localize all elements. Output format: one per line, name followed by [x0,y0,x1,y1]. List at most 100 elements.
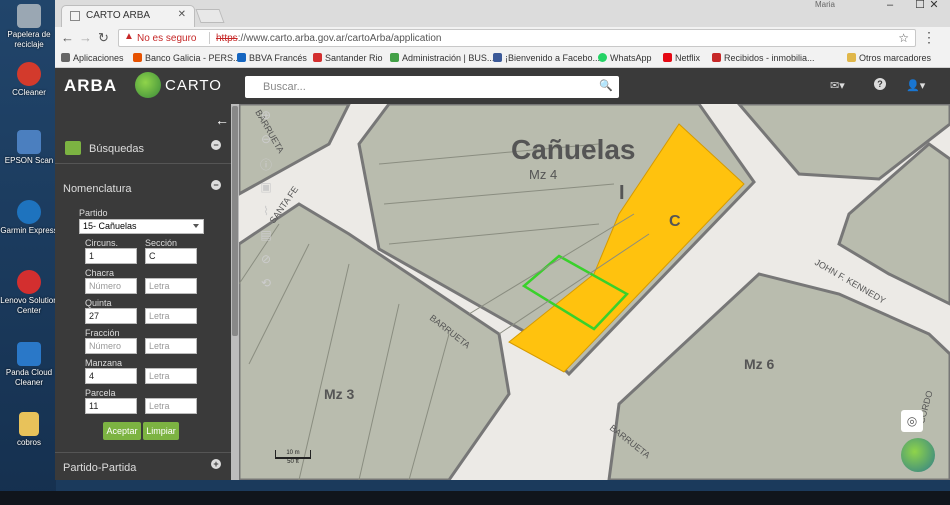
section-label: Búsquedas [89,143,145,155]
minimize-icon[interactable]: – [875,0,905,14]
parcela-label: Parcela [85,388,116,398]
arba-logo[interactable]: ARBA [64,76,117,96]
mail-icon[interactable]: ✉▾ [830,79,845,92]
folder-icon [19,412,39,436]
desktop-icon-panda[interactable]: Panda Cloud Cleaner [0,342,58,388]
back-icon[interactable]: ← [61,30,74,45]
bookmark-administracion[interactable]: Administración | BUS... [390,53,494,63]
parcela-letra-field[interactable]: Letra [145,398,197,414]
manzana-letra-field[interactable]: Letra [145,368,197,384]
tab-carto-arba[interactable]: CARTO ARBA ✕ [61,5,195,27]
bookmark-label: ¡Bienvenido a Facebo... [505,53,601,63]
info-icon[interactable]: ⓘ [255,156,277,176]
map-view[interactable]: Cañuelas Mz 4 Mz 3 Mz 6 I C BARRUETA BAR… [239,104,950,480]
quinta-label: Quinta [85,298,112,308]
bookmark-whatsapp[interactable]: WhatsApp [598,53,652,63]
rotate-icon[interactable]: ⟲ [255,276,277,296]
close-window-icon[interactable]: ✕ [919,0,949,14]
window-user[interactable]: Maria [815,0,835,9]
desktop-icon-recycle-bin[interactable]: Papelera de reciclaje [0,4,58,50]
fraccion-numero-field[interactable]: Número [85,338,137,354]
carto-app: ARBA CARTO 🔍 ✉▾ ? 👤▾ ← Búsquedas − Nomen… [55,68,950,480]
minus-icon[interactable]: − [211,140,221,150]
bookmark-netflix[interactable]: Netflix [663,53,700,63]
close-tab-icon[interactable]: ✕ [178,9,186,20]
santander-icon [313,53,322,62]
ruler-icon[interactable]: ⊘ [255,252,277,272]
circuns-field[interactable]: 1 [85,248,137,264]
desktop-icon-garmin[interactable]: Garmin Express [0,200,58,236]
bookmark-galicia[interactable]: Banco Galicia - PERS... [133,53,241,63]
map-toolbar: ⊕ ⊖ ⓘ ▣ ⌇ ▤ ⊘ ⟲ [255,108,279,308]
bookmark-label: BBVA Francés [249,53,307,63]
bookmark-apps[interactable]: Aplicaciones [61,53,124,63]
section-busquedas[interactable]: Búsquedas − [55,134,231,164]
quinta-letra-field[interactable]: Letra [145,308,197,324]
chacra-letra-field[interactable]: Letra [145,278,197,294]
bookmark-label: WhatsApp [610,53,652,63]
quinta-numero-field[interactable]: 27 [85,308,137,324]
manzana-numero-field[interactable]: 4 [85,368,137,384]
sidebar-scrollbar[interactable] [231,104,239,480]
zoom-in-icon[interactable]: ⊕ [255,108,277,128]
bookmark-bbva[interactable]: BBVA Francés [237,53,307,63]
forward-icon[interactable]: → [79,30,92,45]
parcela-numero-field[interactable]: 11 [85,398,137,414]
manzana-label: Manzana [85,358,123,368]
cadastral-map[interactable]: Cañuelas Mz 4 Mz 3 Mz 6 I C BARRUETA BAR… [239,104,950,480]
locate-icon[interactable]: ◎ [901,410,923,432]
desktop-icon-cobros[interactable]: cobros [0,412,58,448]
measure-icon[interactable]: ⌇ [255,204,277,224]
apps-grid-icon [61,53,70,62]
desktop-icon-lenovo[interactable]: Lenovo Solution Center [0,270,58,316]
chacra-numero-field[interactable]: Número [85,278,137,294]
new-tab-button[interactable] [195,9,225,23]
collapse-arrow-icon[interactable]: ← [215,112,229,128]
bookmark-label: Santander Rio [325,53,383,63]
warning-icon[interactable]: ▲ [124,31,134,42]
security-warning[interactable]: No es seguro [137,33,196,44]
browser-menu-icon[interactable]: ⋮ [922,29,936,46]
desktop-icon-epson[interactable]: EPSON Scan [0,130,58,166]
carto-logo[interactable]: CARTO [135,72,221,100]
city-label: Cañuelas [511,134,636,165]
carto-globe-icon[interactable] [901,438,935,472]
select-box-icon[interactable]: ▣ [255,180,277,200]
fraccion-label: Fracción [85,328,120,338]
aceptar-button[interactable]: Aceptar [103,422,141,440]
zoom-out-icon[interactable]: ⊖ [255,132,277,152]
print-icon[interactable]: ▤ [255,228,277,248]
desktop-icon-ccleaner[interactable]: CCleaner [0,62,58,98]
scrollbar-thumb[interactable] [232,106,238,336]
fraccion-letra-field[interactable]: Letra [145,338,197,354]
desktop: Papelera de reciclaje CCleaner EPSON Sca… [0,0,58,505]
reload-icon[interactable]: ↻ [98,30,109,46]
help-icon[interactable]: ? [874,78,886,90]
whatsapp-icon [598,53,607,62]
bookmark-facebook[interactable]: ¡Bienvenido a Facebo... [493,53,600,63]
search-icon[interactable]: 🔍 [599,79,613,92]
section-nomenclatura[interactable]: Nomenclatura − [55,174,231,204]
section-partido-partida[interactable]: Partido-Partida + [55,452,231,482]
bookmark-gmail[interactable]: Recibidos - inmobilia... [712,53,815,63]
url-field[interactable]: ▲ No es seguro https://www.carto.arba.go… [118,29,916,47]
bbva-icon [237,53,246,62]
folder-icon [847,53,856,62]
search-input[interactable] [245,76,595,98]
bookmark-star-icon[interactable]: ☆ [898,31,909,45]
panda-icon [17,342,41,366]
plus-icon[interactable]: + [211,459,221,469]
minus-icon[interactable]: − [211,180,221,190]
seccion-label: Sección [145,238,178,248]
bookmark-santander[interactable]: Santander Rio [313,53,383,63]
limpiar-button[interactable]: Limpiar [143,422,179,440]
user-icon[interactable]: 👤▾ [906,79,925,92]
address-bar: ← → ↻ ▲ No es seguro https://www.carto.a… [55,27,950,49]
desktop-icon-label: Garmin Express [0,226,58,235]
desktop-icon-label: CCleaner [12,88,46,97]
seccion-field[interactable]: C [145,248,197,264]
partido-select[interactable]: 15- Cañuelas [79,219,204,234]
url-text: https://www.carto.arba.gov.ar/cartoArba/… [216,33,442,44]
partido-value: 15- Cañuelas [83,221,137,231]
bookmark-otros[interactable]: Otros marcadores [847,53,931,63]
